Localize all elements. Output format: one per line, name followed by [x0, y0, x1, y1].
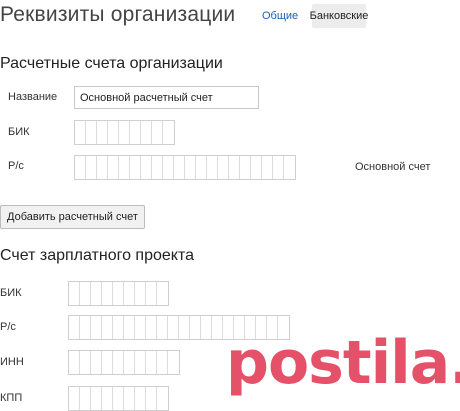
- add-account-button[interactable]: Добавить расчетный счет: [0, 205, 145, 229]
- page-title: Реквизиты организации: [0, 3, 236, 26]
- account-name-field[interactable]: Основной расчетный счет: [74, 86, 259, 109]
- digit-cell[interactable]: [168, 351, 179, 374]
- digit-cell[interactable]: [86, 156, 97, 179]
- digit-cell[interactable]: [102, 316, 113, 339]
- salary-bik-input[interactable]: [68, 281, 169, 306]
- digit-cell[interactable]: [135, 351, 146, 374]
- digit-cell[interactable]: [157, 316, 168, 339]
- tab-bank[interactable]: Банковские: [310, 4, 368, 28]
- digit-cell[interactable]: [113, 351, 124, 374]
- digit-cell[interactable]: [102, 282, 113, 305]
- digit-cell[interactable]: [174, 156, 185, 179]
- digit-cell[interactable]: [113, 282, 124, 305]
- digit-cell[interactable]: [124, 282, 135, 305]
- bik-label: БИК: [8, 126, 30, 138]
- digit-cell[interactable]: [97, 156, 108, 179]
- digit-cell[interactable]: [179, 316, 190, 339]
- digit-cell[interactable]: [80, 316, 91, 339]
- salary-rs-label: Р/с: [0, 321, 16, 333]
- digit-cell[interactable]: [69, 282, 80, 305]
- digit-cell[interactable]: [157, 282, 168, 305]
- digit-cell[interactable]: [273, 156, 284, 179]
- salary-inn-input[interactable]: [68, 350, 180, 375]
- digit-cell[interactable]: [80, 351, 91, 374]
- digit-cell[interactable]: [141, 156, 152, 179]
- digit-cell[interactable]: [113, 316, 124, 339]
- digit-cell[interactable]: [124, 351, 135, 374]
- digit-cell[interactable]: [152, 121, 163, 144]
- digit-cell[interactable]: [185, 156, 196, 179]
- digit-cell[interactable]: [135, 316, 146, 339]
- digit-cell[interactable]: [201, 316, 212, 339]
- digit-cell[interactable]: [124, 316, 135, 339]
- name-label: Название: [8, 91, 58, 103]
- digit-cell[interactable]: [152, 156, 163, 179]
- digit-cell[interactable]: [146, 351, 157, 374]
- account-name-value: Основной расчетный счет: [80, 91, 213, 104]
- digit-cell[interactable]: [130, 121, 141, 144]
- digit-cell[interactable]: [108, 121, 119, 144]
- bik-input[interactable]: [74, 120, 175, 145]
- digit-cell[interactable]: [130, 156, 141, 179]
- digit-cell[interactable]: [163, 121, 174, 144]
- digit-cell[interactable]: [284, 156, 295, 179]
- digit-cell[interactable]: [102, 351, 113, 374]
- digit-cell[interactable]: [135, 282, 146, 305]
- digit-cell[interactable]: [190, 316, 201, 339]
- digit-cell[interactable]: [91, 351, 102, 374]
- salary-account-heading: Счет зарплатного проекта: [0, 247, 195, 264]
- digit-cell[interactable]: [157, 351, 168, 374]
- digit-cell[interactable]: [163, 156, 174, 179]
- main-account-note: Основной счет: [355, 161, 431, 173]
- digit-cell[interactable]: [229, 156, 240, 179]
- rs-label: Р/с: [8, 160, 24, 172]
- digit-cell[interactable]: [75, 156, 86, 179]
- rs-input[interactable]: [74, 155, 296, 180]
- salary-inn-label: ИНН: [0, 356, 24, 368]
- digit-cell[interactable]: [69, 351, 80, 374]
- digit-cell[interactable]: [69, 316, 80, 339]
- digit-cell[interactable]: [196, 156, 207, 179]
- digit-cell[interactable]: [251, 156, 262, 179]
- digit-cell[interactable]: [207, 156, 218, 179]
- digit-cell[interactable]: [168, 316, 179, 339]
- digit-cell[interactable]: [262, 156, 273, 179]
- watermark-text: postila.ru: [226, 328, 460, 398]
- digit-cell[interactable]: [240, 156, 251, 179]
- digit-cell[interactable]: [97, 121, 108, 144]
- digit-cell[interactable]: [75, 121, 86, 144]
- digit-cell[interactable]: [141, 121, 152, 144]
- digit-cell[interactable]: [108, 156, 119, 179]
- digit-cell[interactable]: [119, 156, 130, 179]
- digit-cell[interactable]: [146, 282, 157, 305]
- digit-cell[interactable]: [80, 282, 91, 305]
- digit-cell[interactable]: [119, 121, 130, 144]
- digit-cell[interactable]: [218, 156, 229, 179]
- digit-cell[interactable]: [91, 282, 102, 305]
- postila-watermark-logo: postila.ru: [226, 328, 460, 398]
- salary-kpp-label: КПП: [0, 392, 23, 404]
- org-accounts-heading: Расчетные счета организации: [0, 55, 223, 72]
- digit-cell[interactable]: [146, 316, 157, 339]
- digit-cell[interactable]: [86, 121, 97, 144]
- tab-general[interactable]: Общие: [262, 10, 298, 22]
- digit-cell[interactable]: [91, 316, 102, 339]
- salary-bik-label: БИК: [0, 287, 22, 299]
